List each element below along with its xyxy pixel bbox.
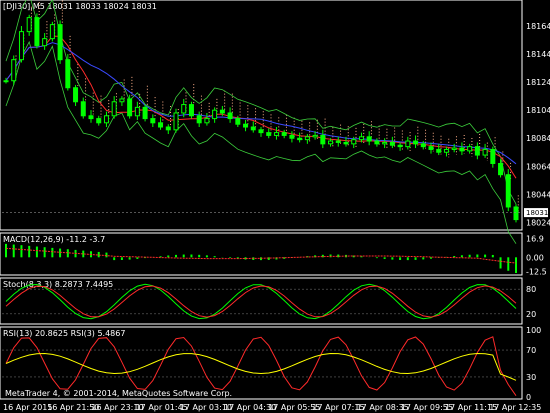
candle-body: [490, 148, 496, 164]
x-axis-label: 17 Apr 12:35: [489, 403, 541, 412]
candle-body: [204, 118, 210, 124]
candle-body: [165, 126, 171, 131]
candle-body: [459, 147, 465, 152]
candle-body: [3, 80, 9, 83]
x-axis-label: 16 Apr 2015: [3, 403, 52, 412]
candle-body: [320, 134, 326, 145]
candle-body: [18, 31, 24, 61]
candle-body: [111, 101, 117, 117]
main-y-tick: 18064: [526, 162, 550, 171]
candle-body: [389, 141, 395, 146]
candle-body: [498, 162, 504, 176]
candle-body: [173, 112, 179, 131]
main-y-tick: 18044: [526, 190, 550, 199]
candle-body: [158, 122, 164, 128]
candle-body: [505, 174, 511, 208]
candle-body: [80, 101, 86, 117]
candle-body: [428, 146, 434, 150]
trading-chart: [DJI30],M5 18031 18033 18024 18031 MACD(…: [0, 0, 550, 412]
current-price-tag: 18031: [524, 208, 548, 218]
candle-body: [49, 24, 55, 40]
candle-body: [65, 59, 71, 89]
candle-body: [181, 104, 187, 114]
candle-body: [235, 118, 241, 125]
stoch-title: Stoch(8,3,3) 8.2873 7.4495: [3, 280, 113, 289]
candle-body: [119, 98, 125, 103]
candle-body: [127, 98, 133, 117]
candle-body: [420, 143, 426, 148]
candle-body: [273, 132, 279, 136]
candle-body: [188, 104, 194, 117]
candle-body: [304, 136, 310, 141]
candle-body: [11, 59, 17, 82]
candle-body: [103, 115, 109, 124]
candle-body: [212, 109, 218, 120]
candle-body: [243, 123, 249, 128]
main-y-tick: 18084: [526, 134, 550, 143]
rsi-y-tick: 0: [526, 393, 531, 402]
candle-body: [142, 106, 148, 120]
stoch-y-tick: 20: [526, 310, 536, 319]
main-y-tick: 18144: [526, 50, 550, 59]
macd-y-tick: 0.00: [526, 253, 544, 262]
main-y-tick: 18024: [526, 218, 550, 227]
candle-body: [366, 136, 372, 142]
candle-body: [328, 140, 334, 145]
candle-body: [467, 146, 473, 152]
candle-body: [351, 139, 357, 145]
candle-body: [374, 140, 380, 145]
candle-body: [297, 137, 303, 141]
candle-body: [258, 129, 264, 134]
main-y-tick: 18164: [526, 22, 550, 31]
candle-body: [281, 132, 287, 136]
candle-body: [196, 115, 202, 124]
candle-body: [250, 126, 256, 131]
candle-body: [474, 146, 480, 156]
main-title: [DJI30],M5 18031 18033 18024 18031: [3, 2, 157, 11]
rsi-y-tick: 70: [526, 346, 536, 355]
macd-title: MACD(12,26,9) -11.2 -3.7: [3, 235, 105, 244]
candle-body: [382, 141, 388, 145]
candle-body: [42, 38, 48, 47]
candle-body: [57, 24, 63, 61]
rsi-y-tick: 30: [526, 373, 536, 382]
candle-body: [343, 141, 349, 145]
candle-body: [443, 148, 449, 153]
svg-text:18031: 18031: [526, 209, 548, 217]
main-y-tick: 18104: [526, 106, 550, 115]
candle-body: [73, 87, 79, 103]
rsi-title: RSI(13) 20.8625 RSI(3) 5.4867: [3, 329, 125, 338]
candle-body: [26, 17, 32, 33]
candle-body: [289, 134, 295, 139]
candle-body: [335, 140, 341, 143]
candle-body: [219, 109, 225, 114]
candle-body: [96, 118, 102, 124]
candle-body: [312, 134, 318, 138]
candle-body: [451, 147, 457, 150]
macd-y-tick: -12.5: [526, 267, 547, 276]
candle-body: [150, 118, 156, 124]
stoch-y-tick: 80: [526, 285, 536, 294]
candle-body: [405, 140, 411, 148]
candle-body: [134, 106, 140, 117]
candle-body: [482, 148, 488, 156]
candle-body: [413, 140, 419, 145]
main-pane: [0, 0, 523, 231]
copyright-text: MetaTrader 4, © 2001-2014, MetaQuotes So…: [5, 389, 232, 398]
macd-y-tick: 16.9: [526, 234, 544, 243]
candle-body: [436, 148, 442, 153]
candle-body: [34, 17, 40, 47]
candle-body: [88, 115, 94, 120]
candle-body: [397, 144, 403, 148]
x-axis-labels: 16 Apr 201516 Apr 21:5016 Apr 23:1017 Ap…: [3, 403, 541, 412]
candle-body: [513, 206, 519, 221]
candle-body: [358, 136, 364, 141]
rsi-y-tick: 100: [526, 326, 541, 335]
main-y-tick: 18124: [526, 78, 550, 87]
candle-body: [227, 112, 233, 120]
candle-body: [266, 132, 272, 136]
